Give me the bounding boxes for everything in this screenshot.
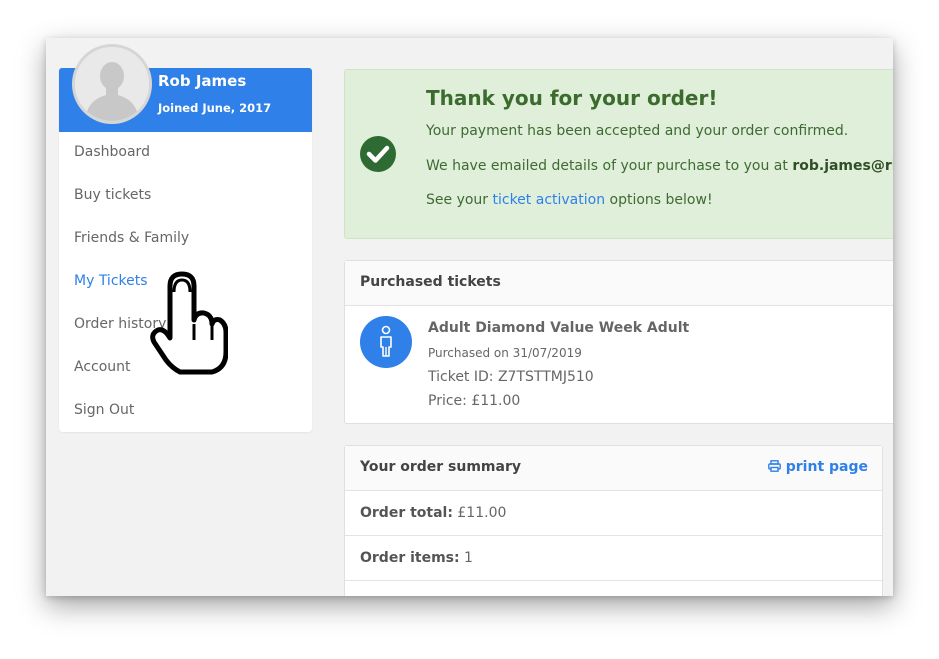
printer-icon: [767, 460, 781, 472]
profile-name: Rob James: [158, 72, 247, 90]
sidebar-item-buy-tickets[interactable]: Buy tickets: [59, 175, 312, 218]
activation-suffix: options below!: [605, 192, 713, 208]
order-total-label: Order total:: [360, 505, 453, 521]
person-icon: [360, 316, 412, 368]
ticket-activation-link[interactable]: ticket activation: [493, 192, 606, 208]
confirmation-line-payment: Your payment has been accepted and your …: [426, 123, 849, 139]
confirmation-line-email: We have emailed details of your purchase…: [426, 158, 893, 174]
order-summary-panel: Your order summary print page Order tota…: [344, 445, 883, 596]
email-prefix: We have emailed details of your purchase…: [426, 158, 793, 174]
print-page-label: print page: [785, 459, 868, 475]
ticket-id: Ticket ID: Z7TSTTMJ510: [428, 369, 594, 385]
purchased-tickets-panel: Purchased tickets Adult Diamond Value We…: [344, 260, 893, 424]
ticket-price: Price: £11.00: [428, 393, 521, 409]
confirmation-title: Thank you for your order!: [426, 86, 718, 110]
profile-header: Rob James Joined June, 2017: [59, 44, 312, 132]
order-items-row: Order items: 1: [345, 536, 882, 581]
check-circle-icon: [360, 136, 396, 172]
order-confirmation-alert: Thank you for your order! Your payment h…: [344, 69, 893, 239]
user-silhouette-icon: [75, 47, 149, 121]
email-address: rob.james@ris: [792, 158, 893, 174]
profile-joined-date: Joined June, 2017: [158, 101, 272, 115]
order-items-value: 1: [459, 550, 473, 566]
order-total-value: £11.00: [452, 505, 507, 521]
ticket-purchase-date: Purchased on 31/07/2019: [428, 346, 582, 360]
sidebar-item-friends-family[interactable]: Friends & Family: [59, 218, 312, 261]
hand-pointer-icon: [150, 271, 228, 375]
order-summary-title: Your order summary: [360, 459, 521, 475]
order-items-label: Order items:: [360, 550, 460, 566]
sidebar-item-dashboard[interactable]: Dashboard: [59, 132, 312, 175]
purchased-tickets-title: Purchased tickets: [345, 261, 893, 306]
sidebar: Rob James Joined June, 2017 Dashboard Bu…: [59, 44, 312, 433]
confirmation-line-activation: See your ticket activation options below…: [426, 192, 713, 208]
order-summary-header: Your order summary print page: [345, 446, 882, 491]
avatar: [72, 44, 152, 124]
app-window: Rob James Joined June, 2017 Dashboard Bu…: [46, 38, 893, 596]
activation-prefix: See your: [426, 192, 493, 208]
sidebar-item-sign-out[interactable]: Sign Out: [59, 390, 312, 433]
ticket-name: Adult Diamond Value Week Adult: [428, 320, 690, 336]
order-total-row: Order total: £11.00: [345, 491, 882, 536]
print-page-button[interactable]: print page: [767, 446, 868, 488]
